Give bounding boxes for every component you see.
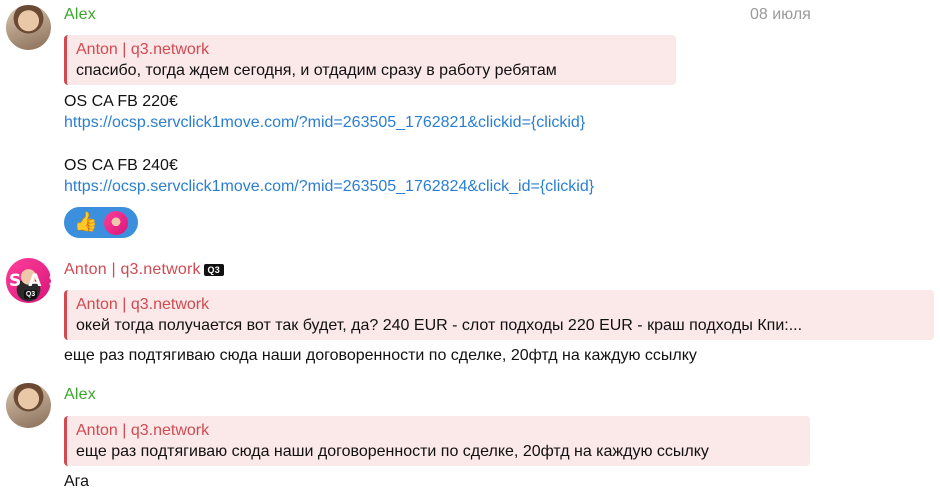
sender-name-text: Anton | q3.network: [64, 261, 201, 278]
reply-author: Anton | q3.network: [76, 296, 210, 313]
message-alex-2[interactable]: Alex Anton | q3.network еще раз подтягив…: [0, 375, 940, 501]
reply-text: спасибо, тогда ждем сегодня, и отдадим с…: [76, 62, 557, 79]
reaction-bar[interactable]: 👍: [64, 207, 138, 238]
avatar[interactable]: [6, 383, 51, 428]
reply-quote[interactable]: Anton | q3.network окей тогда получается…: [64, 290, 934, 340]
sender-name[interactable]: Alex: [64, 6, 96, 24]
avatar[interactable]: SAS Q3: [6, 258, 51, 303]
q3-badge-icon: Q3: [203, 264, 224, 276]
sender-name[interactable]: Alex: [64, 386, 96, 404]
reply-quote[interactable]: Anton | q3.network еще раз подтягиваю сю…: [64, 416, 810, 466]
avatar-logo-text: SAS: [9, 271, 51, 291]
message-link[interactable]: https://ocsp.servclick1move.com/?mid=263…: [64, 176, 594, 198]
reply-text: окей тогда получается вот так будет, да?…: [76, 317, 803, 334]
message-alex-1[interactable]: Alex 08 июля Anton | q3.network спасибо,…: [0, 0, 940, 245]
message-anton[interactable]: SAS Q3 Anton | q3.networkQ3 Anton | q3.n…: [0, 250, 940, 375]
reply-quote[interactable]: Anton | q3.network спасибо, тогда ждем с…: [64, 35, 676, 85]
message-link[interactable]: https://ocsp.servclick1move.com/?mid=263…: [64, 112, 585, 134]
message-date: 08 июля: [750, 6, 811, 23]
message-text: OS CA FB 220€: [64, 93, 178, 110]
sender-name[interactable]: Anton | q3.network Q3: [64, 261, 224, 279]
reply-author: Anton | q3.network: [76, 41, 210, 58]
reply-text: еще раз подтягиваю сюда наши договоренно…: [76, 443, 709, 460]
avatar[interactable]: [6, 5, 51, 50]
thumbs-up-icon[interactable]: 👍: [74, 211, 98, 234]
message-text: OS CA FB 240€: [64, 157, 178, 174]
message-text: Ага: [64, 473, 90, 490]
message-text: еще раз подтягиваю сюда наши договоренно…: [64, 347, 697, 364]
reaction-avatar[interactable]: [104, 211, 128, 235]
avatar-badge: Q3: [24, 290, 37, 299]
reply-author: Anton | q3.network: [76, 422, 210, 439]
